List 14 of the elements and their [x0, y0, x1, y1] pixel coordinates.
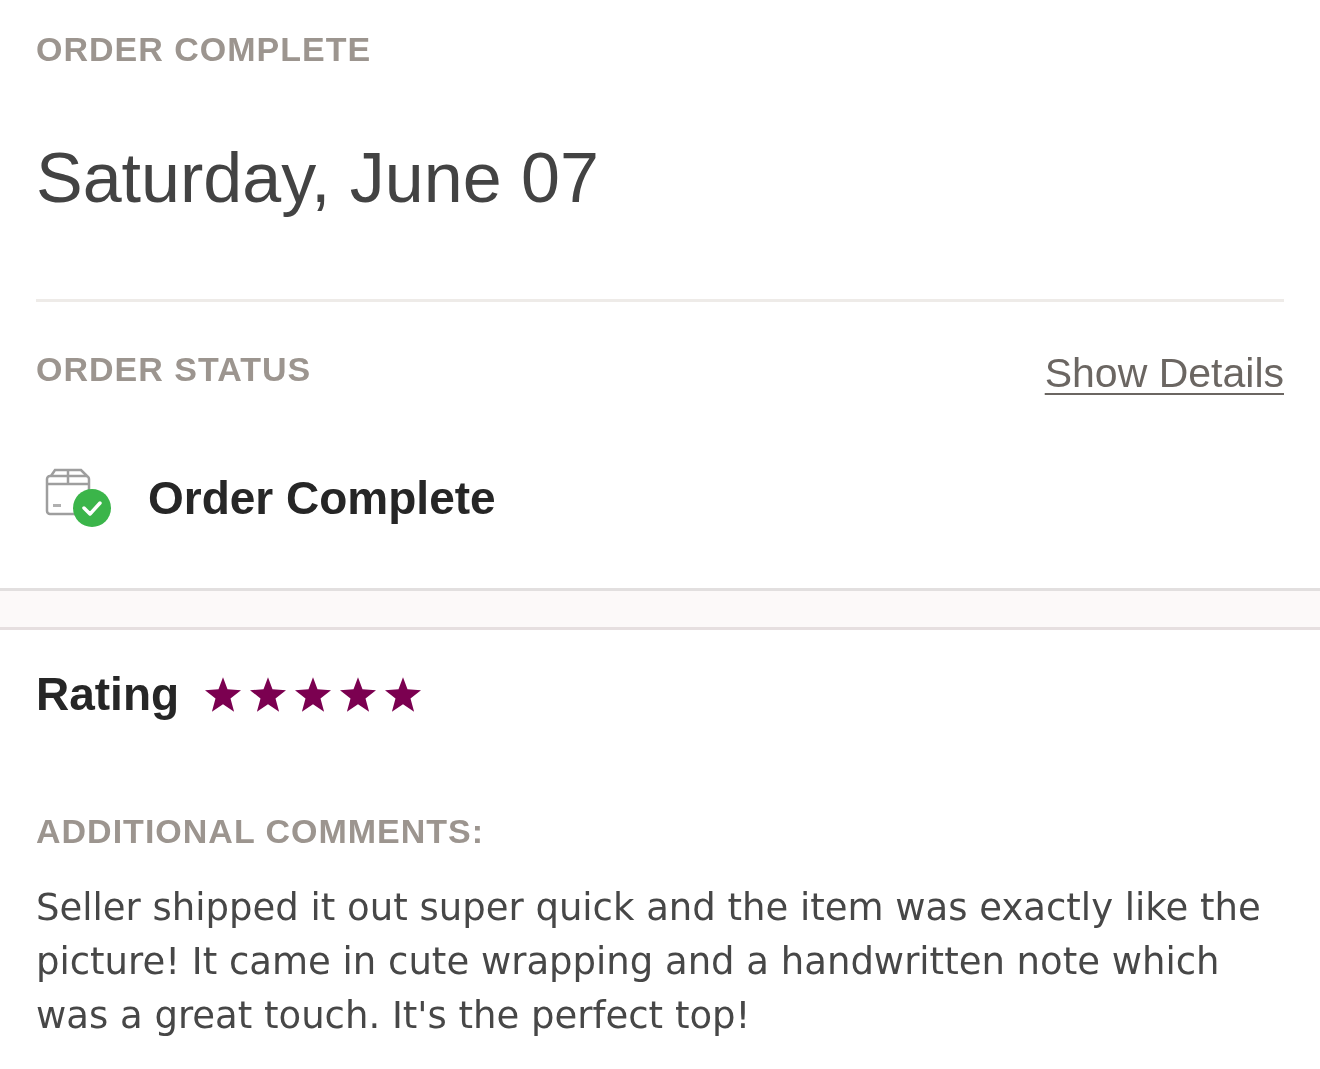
- order-status-text: Order Complete: [148, 472, 496, 524]
- box-check-icon: [45, 468, 112, 528]
- section-label: ORDER STATUS: [36, 349, 312, 389]
- show-details-link[interactable]: Show Details: [1044, 349, 1284, 397]
- rating-label: Rating: [36, 668, 180, 720]
- section-label: ADDITIONAL COMMENTS:: [36, 811, 485, 851]
- star-icon: [340, 676, 377, 712]
- star-icon: [295, 676, 332, 712]
- comment-text: Seller shipped it out super quick and the item was exactly like the picture! It came in cute wrapping and a handwritten note which was a great touch. It's the perfect top!: [36, 885, 1262, 1039]
- section-label: ORDER COMPLETE: [36, 29, 372, 69]
- star-icon: [205, 676, 242, 712]
- star-icon: [250, 676, 287, 712]
- star-icon: [385, 676, 422, 712]
- order-date: Saturday, June 07: [36, 138, 599, 218]
